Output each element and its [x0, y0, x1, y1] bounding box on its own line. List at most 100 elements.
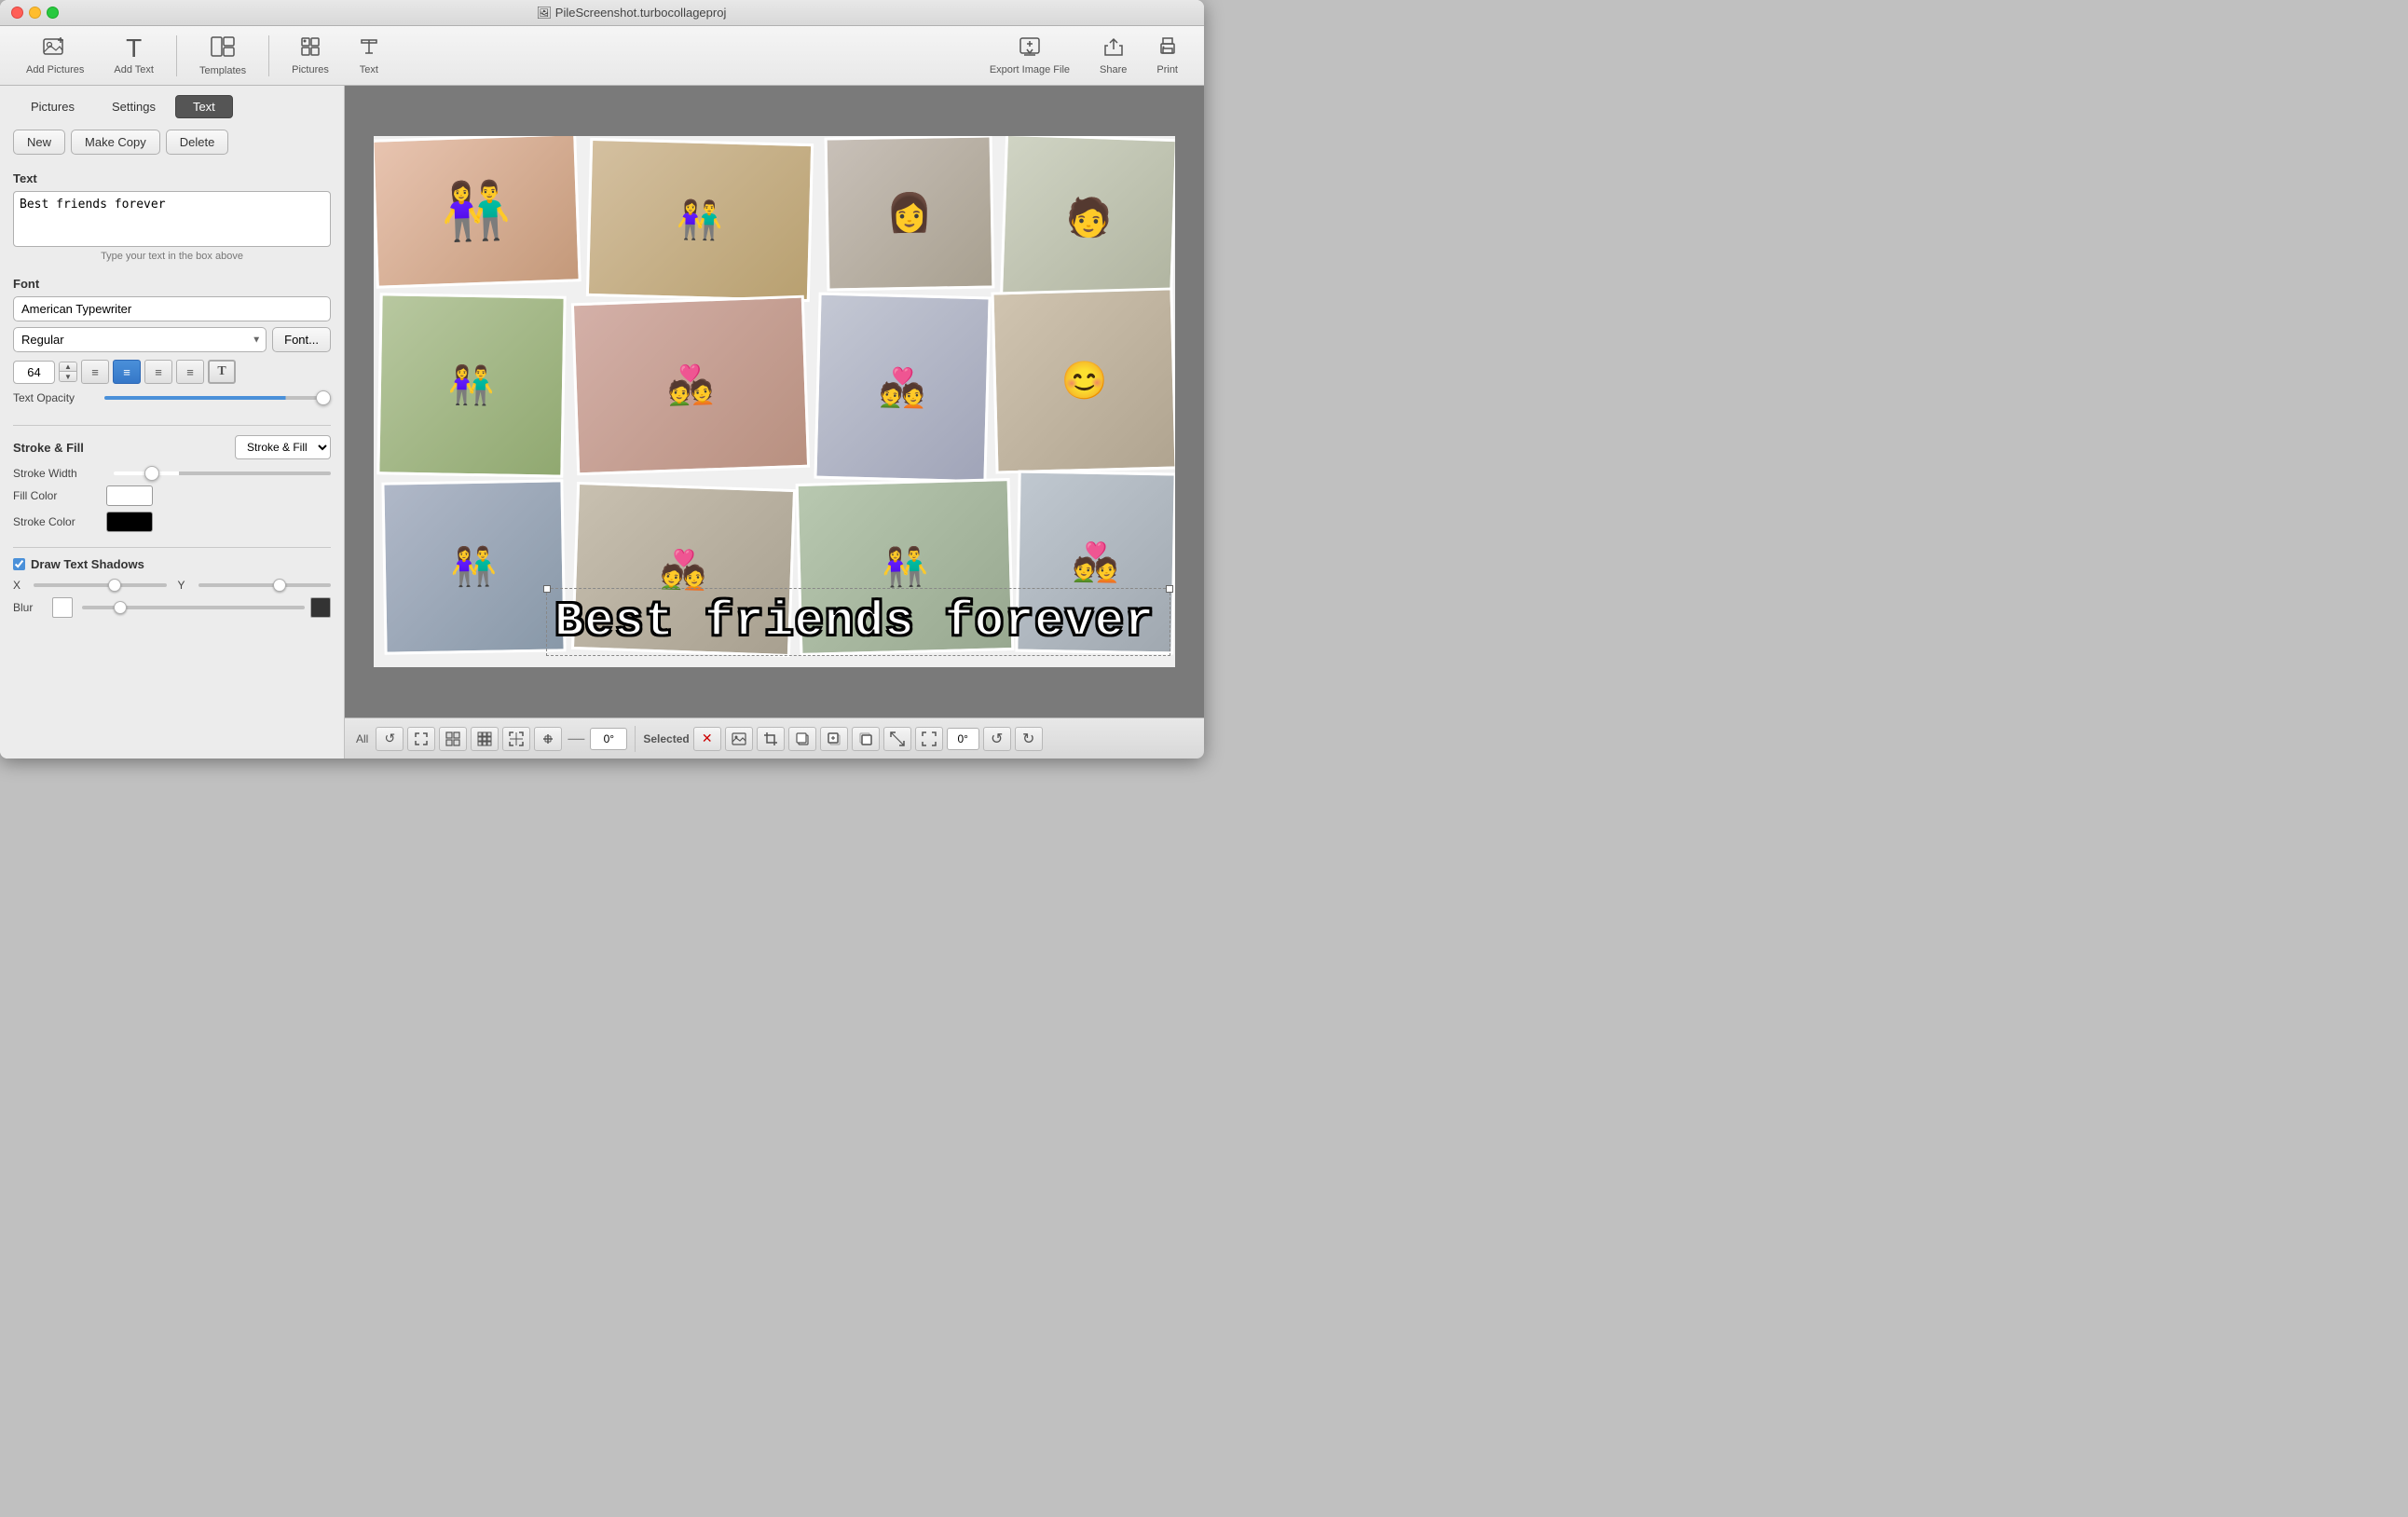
new-button[interactable]: New	[13, 130, 65, 155]
photo-silhouette-8: 😊	[994, 291, 1175, 472]
opacity-label: Text Opacity	[13, 391, 97, 404]
handle-tl[interactable]	[543, 585, 551, 593]
main-content: Pictures Settings Text New Make Copy Del…	[0, 86, 1204, 758]
stroke-fill-select[interactable]: Stroke & Fill Stroke Only Fill Only	[235, 435, 331, 459]
minimize-button[interactable]	[29, 7, 41, 19]
align-right-button[interactable]: ≡	[144, 360, 172, 384]
fill-color-swatch[interactable]	[106, 485, 153, 506]
sidebar: Pictures Settings Text New Make Copy Del…	[0, 86, 345, 758]
fit-to-cell-button[interactable]	[915, 727, 943, 751]
export-button[interactable]: Export Image File	[978, 31, 1081, 81]
text-style-button[interactable]: T	[208, 360, 236, 384]
collage-photo-9[interactable]: 👫	[381, 479, 566, 654]
text-input[interactable]: Best friends forever	[13, 191, 331, 247]
crop-button[interactable]	[757, 727, 785, 751]
font-select[interactable]: American Typewriter	[13, 296, 331, 321]
add-pictures-button[interactable]: Add Pictures	[15, 31, 95, 81]
handle-tr[interactable]	[1166, 585, 1173, 593]
collage-photo-2[interactable]: 👫	[586, 138, 814, 302]
blur-swatch	[52, 597, 73, 618]
photo-silhouette-5: 👫	[379, 295, 563, 474]
stroke-width-slider[interactable]	[114, 472, 331, 475]
font-size-down[interactable]: ▼	[60, 372, 76, 381]
collage-photo-6[interactable]: 💑	[571, 295, 810, 476]
align-center-button[interactable]: ≡	[113, 360, 141, 384]
main-toolbar: Add Pictures T Add Text Templates	[0, 26, 1204, 86]
grid-2x2-button[interactable]	[439, 727, 467, 751]
stroke-fill-row: Stroke & Fill Stroke & Fill Stroke Only …	[13, 435, 331, 459]
send-backward-button[interactable]	[852, 727, 880, 751]
align-left-button[interactable]: ≡	[81, 360, 109, 384]
export-icon	[1019, 36, 1041, 62]
stroke-color-swatch[interactable]	[106, 512, 153, 532]
resize-button[interactable]	[883, 727, 911, 751]
selected-image-button[interactable]	[725, 727, 753, 751]
canvas-text[interactable]: Best friends forever	[547, 589, 1170, 655]
selected-rotate-input[interactable]	[947, 728, 979, 750]
export-label: Export Image File	[990, 64, 1070, 75]
fit-button[interactable]	[502, 727, 530, 751]
collage-photo-5[interactable]: 👫	[376, 293, 566, 477]
opacity-slider[interactable]	[104, 396, 331, 400]
draw-shadows-checkbox[interactable]	[13, 558, 25, 570]
maximize-button[interactable]	[47, 7, 59, 19]
pictures-filter-button[interactable]: Pictures	[280, 31, 340, 81]
text-filter-button[interactable]: Text	[348, 31, 390, 81]
stroke-color-row: Stroke Color	[13, 512, 331, 532]
text-selection-box[interactable]: Best friends forever	[546, 588, 1170, 656]
collage-photo-4[interactable]: 🧑	[1000, 136, 1175, 302]
photo-silhouette-7: 💑	[816, 295, 988, 481]
delete-button[interactable]: Delete	[166, 130, 229, 155]
text-filter-label: Text	[360, 64, 378, 75]
rotate-reset-button[interactable]: ↺	[376, 727, 404, 751]
collage-photo-7[interactable]: 💑	[814, 293, 991, 484]
templates-label: Templates	[199, 65, 246, 76]
bring-forward-button[interactable]	[820, 727, 848, 751]
collage-photo-8[interactable]: 😊	[991, 287, 1175, 473]
canvas-wrapper[interactable]: 👫 👫 👩 🧑 👫	[345, 86, 1204, 718]
add-text-button[interactable]: T Add Text	[103, 30, 165, 81]
tab-text[interactable]: Text	[175, 95, 233, 118]
font-button[interactable]: Font...	[272, 327, 331, 352]
duplicate-button[interactable]	[788, 727, 816, 751]
tab-settings[interactable]: Settings	[94, 95, 173, 118]
templates-icon	[210, 35, 236, 62]
photo-silhouette-1: 👫	[374, 136, 578, 286]
font-style-row: Regular Bold Italic ▼ Font...	[13, 327, 331, 352]
photo-grid: 👫 👫 👩 🧑 👫	[374, 136, 1175, 667]
rotate-ccw-button[interactable]: ↺	[983, 727, 1011, 751]
all-label: All	[356, 732, 368, 745]
templates-button[interactable]: Templates	[188, 30, 257, 82]
font-size-up[interactable]: ▲	[60, 362, 76, 372]
collage-photo-1[interactable]: 👫	[374, 136, 581, 289]
rotate-input[interactable]	[590, 728, 627, 750]
font-size-input[interactable]	[13, 361, 55, 384]
photo-silhouette-4: 🧑	[1003, 136, 1175, 299]
make-copy-button[interactable]: Make Copy	[71, 130, 160, 155]
tab-pictures[interactable]: Pictures	[13, 95, 92, 118]
blur-slider[interactable]	[82, 606, 305, 609]
center-button[interactable]	[534, 727, 562, 751]
pictures-filter-icon	[300, 36, 321, 62]
shadow-y-slider[interactable]	[198, 583, 332, 587]
font-section-label: Font	[13, 277, 331, 291]
delete-selected-button[interactable]: ✕	[693, 727, 721, 751]
share-button[interactable]: Share	[1088, 31, 1138, 81]
app-window: 🖼 PileScreenshot.turbocollageproj Add Pi…	[0, 0, 1204, 758]
rotate-cw-button[interactable]: ↻	[1015, 727, 1043, 751]
grid-3x3-button[interactable]	[471, 727, 499, 751]
toolbar-separator-1	[176, 35, 177, 76]
pictures-filter-label: Pictures	[292, 64, 329, 75]
shadow-x-slider[interactable]	[34, 583, 167, 587]
collage-canvas[interactable]: 👫 👫 👩 🧑 👫	[374, 136, 1175, 667]
align-justify-button[interactable]: ≡	[176, 360, 204, 384]
print-button[interactable]: Print	[1145, 31, 1189, 81]
print-label: Print	[1156, 64, 1178, 75]
text-filter-icon	[359, 36, 379, 62]
close-button[interactable]	[11, 7, 23, 19]
shadow-y-group: Y	[178, 579, 332, 592]
font-style-select[interactable]: Regular Bold Italic	[13, 327, 267, 352]
expand-button[interactable]	[407, 727, 435, 751]
collage-photo-3[interactable]: 👩	[825, 136, 995, 292]
add-pictures-label: Add Pictures	[26, 64, 84, 75]
